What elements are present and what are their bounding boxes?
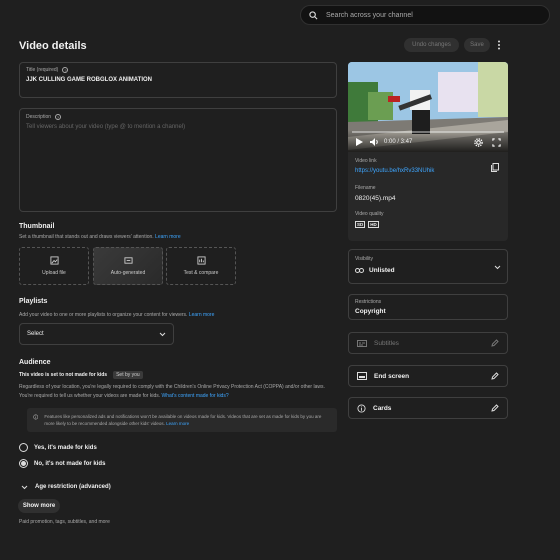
title-field[interactable]: Title (required) ? JJK CULLING GAME ROBG… xyxy=(19,62,337,98)
auto-generated-icon xyxy=(123,257,133,264)
radio-yes-label: Yes, it's made for kids xyxy=(34,444,97,451)
made-for-kids-link[interactable]: What's content made for kids? xyxy=(162,393,229,399)
made-for-kids-no-option[interactable]: No, it's not made for kids xyxy=(19,459,105,468)
visibility-value: Unlisted xyxy=(369,267,395,274)
visibility-select[interactable]: Visibility Unlisted xyxy=(348,249,508,284)
title-input[interactable]: JJK CULLING GAME ROBGLOX ANIMATION xyxy=(26,77,152,83)
pencil-icon[interactable] xyxy=(491,339,499,347)
info-icon xyxy=(33,414,39,420)
chevron-down-icon xyxy=(21,485,28,489)
age-restriction-toggle[interactable]: Age restriction (advanced) xyxy=(21,484,111,490)
restrictions-label: Restrictions xyxy=(355,299,382,305)
radio-yes[interactable] xyxy=(19,443,28,452)
upload-file-button[interactable]: Upload file xyxy=(19,247,89,285)
volume-icon[interactable] xyxy=(370,138,379,146)
progress-track[interactable] xyxy=(352,131,504,133)
video-link-label: Video link xyxy=(355,158,377,164)
end-screen-label: End screen xyxy=(374,372,410,380)
pencil-icon[interactable] xyxy=(491,404,499,412)
player-time: 0:00 / 3:47 xyxy=(384,139,413,145)
audience-heading: Audience xyxy=(19,359,51,366)
description-label: Description xyxy=(26,114,52,120)
show-more-desc: Paid promotion, tags, subtitles, and mor… xyxy=(19,519,110,525)
auto-generated-button[interactable]: Auto-generated xyxy=(93,247,163,285)
age-restriction-label: Age restriction (advanced) xyxy=(35,484,111,490)
cards-card[interactable]: Cards xyxy=(348,397,508,419)
link-icon xyxy=(355,268,364,273)
sd-badge: SD xyxy=(355,221,366,228)
video-quality-label: Video quality xyxy=(355,211,384,217)
search-input[interactable]: Search across your channel xyxy=(326,12,413,19)
description-field[interactable]: Description ? Tell viewers about your vi… xyxy=(19,108,337,212)
title-label: Title (required) xyxy=(26,67,59,73)
end-screen-card[interactable]: End screen xyxy=(348,365,508,387)
video-link[interactable]: https://youtu.be/hxRv33NUhik xyxy=(355,168,434,174)
cards-label: Cards xyxy=(373,404,392,412)
help-icon[interactable]: ? xyxy=(55,114,62,120)
filename-value: 0820(45).mp4 xyxy=(355,195,396,202)
test-compare-button[interactable]: Test & compare xyxy=(166,247,236,285)
playlists-desc: Add your video to one or more playlists … xyxy=(19,312,188,318)
undo-changes-button[interactable]: Undo changes xyxy=(404,38,459,52)
audience-info-box: Features like personalized ads and notif… xyxy=(27,408,337,432)
audience-info-learn-more-link[interactable]: Learn more xyxy=(166,421,189,426)
thumbnail-learn-more-link[interactable]: Learn more xyxy=(155,234,181,240)
video-player[interactable]: 0:00 / 3:47 xyxy=(348,62,508,152)
radio-no-label: No, it's not made for kids xyxy=(34,460,106,467)
copy-icon[interactable] xyxy=(491,163,499,172)
set-by-badge: Set by you xyxy=(113,371,143,379)
thumbnail-heading: Thumbnail xyxy=(19,223,55,230)
restrictions-value: Copyright xyxy=(355,308,386,315)
auto-generated-label: Auto-generated xyxy=(110,270,146,276)
info-icon xyxy=(357,403,366,413)
filename-label: Filename xyxy=(355,185,376,191)
save-button[interactable]: Save xyxy=(464,38,490,52)
chevron-down-icon xyxy=(159,332,166,336)
subtitles-label: Subtitles xyxy=(374,339,399,347)
upload-file-label: Upload file xyxy=(42,270,66,276)
video-info-panel: Video link https://youtu.be/hxRv33NUhik … xyxy=(348,152,508,241)
upload-image-icon xyxy=(49,256,59,265)
description-input[interactable]: Tell viewers about your video (type @ to… xyxy=(26,124,185,130)
subtitles-card[interactable]: Subtitles xyxy=(348,332,508,354)
visibility-label: Visibility xyxy=(355,256,373,262)
subtitles-icon xyxy=(357,339,367,347)
made-for-kids-yes-option[interactable]: Yes, it's made for kids xyxy=(19,443,97,452)
playlist-select[interactable]: Select xyxy=(19,323,174,345)
more-options-icon[interactable] xyxy=(497,40,501,50)
end-screen-icon xyxy=(357,372,367,380)
help-icon[interactable]: ? xyxy=(62,67,69,73)
search-icon xyxy=(309,10,318,19)
playlists-heading: Playlists xyxy=(19,298,48,305)
settings-icon[interactable] xyxy=(474,138,483,147)
hd-badge: HD xyxy=(368,221,379,228)
audience-status: This video is set to not made for kids xyxy=(19,372,108,378)
page-title: Video details xyxy=(19,40,87,52)
test-compare-icon xyxy=(196,256,206,265)
restrictions-field[interactable]: Restrictions Copyright xyxy=(348,294,508,320)
show-more-button[interactable]: Show more xyxy=(18,499,60,513)
pencil-icon[interactable] xyxy=(491,372,499,380)
play-icon[interactable] xyxy=(356,138,363,146)
playlists-learn-more-link[interactable]: Learn more xyxy=(189,312,215,318)
thumbnail-desc: Set a thumbnail that stands out and draw… xyxy=(19,234,154,240)
radio-no[interactable] xyxy=(19,459,28,468)
fullscreen-icon[interactable] xyxy=(492,138,501,147)
search-bar[interactable]: Search across your channel xyxy=(300,5,550,25)
chevron-down-icon xyxy=(494,265,501,270)
test-compare-label: Test & compare xyxy=(183,270,219,276)
playlist-select-value: Select xyxy=(27,331,44,337)
